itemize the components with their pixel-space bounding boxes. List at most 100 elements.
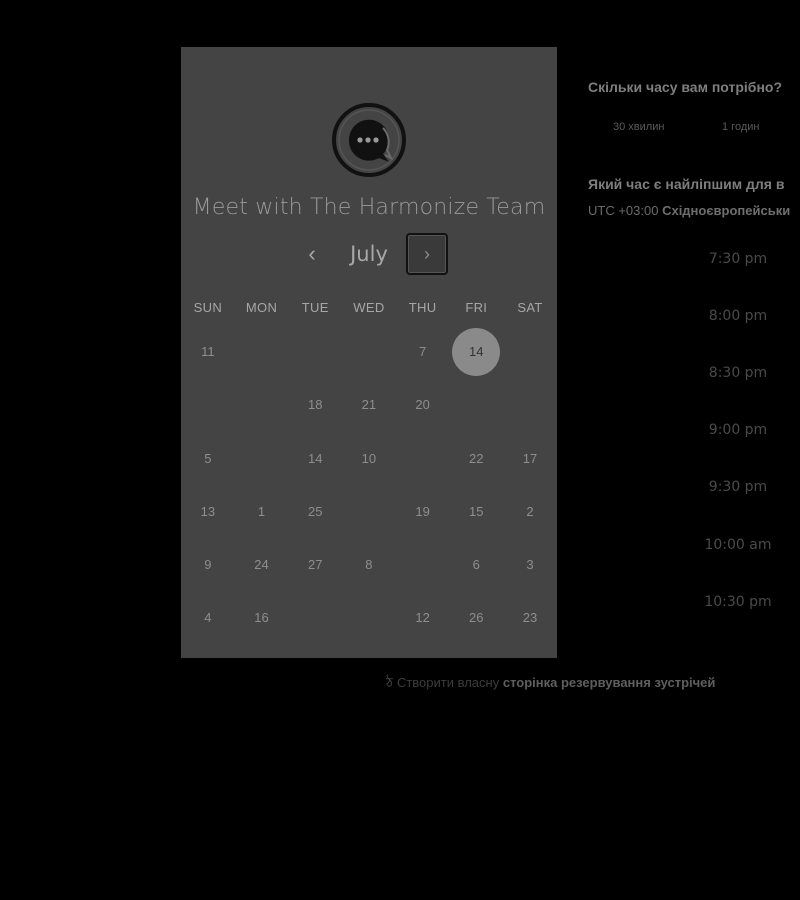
day-number: 2 bbox=[526, 503, 534, 519]
sparkle-icon: ঠ bbox=[386, 675, 393, 690]
day-number: 18 bbox=[307, 397, 323, 413]
chevron-right-icon: › bbox=[424, 244, 430, 264]
weekday-label: MON bbox=[245, 300, 278, 315]
time-slot[interactable]: 10:30 pm bbox=[688, 594, 788, 610]
calendar-day[interactable]: 17 bbox=[503, 432, 557, 485]
calendar-day[interactable]: 7 bbox=[396, 325, 450, 378]
chevron-left-icon: ‹ bbox=[308, 241, 316, 266]
calendar-weeks: 11 7 14 18 21 20 5 14 10 22 17 13 1 25 19 15 2 9 24 27 8 6 3 4 1… bbox=[181, 325, 557, 645]
duration-question: Скільки часу вам потрібно? bbox=[588, 79, 783, 95]
booking-page: Meet with The Harmonize Team ‹ July › SU… bbox=[0, 0, 800, 900]
calendar-day[interactable]: 20 bbox=[396, 378, 450, 431]
day-number: 12 bbox=[415, 610, 430, 626]
day-number: 27 bbox=[307, 557, 323, 573]
calendar-day bbox=[503, 378, 557, 431]
calendar-day[interactable]: 27 bbox=[288, 538, 342, 591]
time-selection-panel: Скільки часу вам потрібно? 30 хвилин 1 г… bbox=[588, 0, 800, 900]
prev-month-button[interactable]: ‹ bbox=[300, 239, 324, 269]
day-number: 23 bbox=[522, 610, 538, 626]
chat-bubble-logo-icon bbox=[332, 103, 406, 177]
calendar-day[interactable]: 5 bbox=[181, 432, 235, 485]
calendar-day[interactable]: 18 bbox=[288, 378, 342, 431]
calendar-day[interactable]: 25 bbox=[288, 485, 342, 538]
month-label: July bbox=[350, 242, 388, 266]
calendar-day bbox=[396, 432, 450, 485]
time-slot[interactable]: 7:30 pm bbox=[688, 251, 788, 267]
calendar-day bbox=[396, 538, 450, 591]
day-number: 14 bbox=[469, 344, 484, 359]
day-number: 16 bbox=[254, 610, 269, 626]
calendar-day[interactable]: 3 bbox=[503, 538, 557, 591]
day-number: 7 bbox=[418, 344, 427, 359]
calendar-week-row: 4 16 12 26 23 bbox=[181, 591, 557, 644]
weekday-label: WED bbox=[353, 300, 385, 315]
calendar-day bbox=[235, 378, 289, 431]
day-number: 25 bbox=[307, 503, 323, 519]
day-number: 13 bbox=[200, 503, 216, 519]
calendar-week-row: 5 14 10 22 17 bbox=[181, 432, 557, 485]
time-question: Який час є найліпшим для в bbox=[588, 176, 785, 192]
duration-option-30min[interactable]: 30 хвилин bbox=[613, 121, 664, 133]
calendar-day[interactable]: 16 bbox=[235, 591, 289, 644]
calendar-week-row: 18 21 20 bbox=[181, 378, 557, 431]
calendar-day[interactable]: 10 bbox=[342, 432, 396, 485]
calendar-day[interactable]: 24 bbox=[235, 538, 289, 591]
calendar-day bbox=[342, 485, 396, 538]
calendar-day[interactable]: 1 bbox=[235, 485, 289, 538]
calendar-day bbox=[235, 432, 289, 485]
calendar-day[interactable]: 21 bbox=[342, 378, 396, 431]
calendar-day[interactable]: 13 bbox=[181, 485, 235, 538]
day-number: 3 bbox=[526, 557, 534, 573]
calendar-day[interactable]: 23 bbox=[503, 591, 557, 644]
calendar-day[interactable]: 2 bbox=[503, 485, 557, 538]
calendar-day[interactable]: 12 bbox=[396, 591, 450, 644]
duration-option-1hour[interactable]: 1 годин bbox=[722, 121, 759, 133]
timezone-label[interactable]: UTC +03:00 Східноєвропейськи bbox=[588, 203, 790, 218]
day-number: 5 bbox=[204, 450, 212, 466]
time-slot[interactable]: 10:00 am bbox=[688, 537, 788, 553]
time-slot[interactable]: 9:00 pm bbox=[688, 422, 788, 438]
weekday-label: TUE bbox=[301, 300, 329, 315]
day-number: 11 bbox=[201, 344, 215, 359]
day-number: 9 bbox=[204, 557, 212, 573]
timezone-name: Східноєвропейськи bbox=[662, 203, 791, 218]
calendar-day bbox=[342, 591, 396, 644]
time-slot[interactable]: 8:30 pm bbox=[688, 365, 788, 381]
day-number: 26 bbox=[469, 610, 484, 626]
day-number: 8 bbox=[365, 557, 373, 573]
time-slot[interactable]: 8:00 pm bbox=[688, 308, 788, 324]
calendar-day[interactable]: 8 bbox=[342, 538, 396, 591]
next-month-button[interactable]: › bbox=[406, 233, 448, 275]
calendar-day[interactable]: 26 bbox=[449, 591, 503, 644]
time-slot[interactable]: 9:30 pm bbox=[688, 479, 788, 495]
calendar-day[interactable]: 14 bbox=[288, 432, 342, 485]
day-number: 4 bbox=[204, 610, 212, 626]
day-number: 14 bbox=[307, 450, 323, 466]
page-title: Meet with The Harmonize Team bbox=[192, 195, 546, 220]
calendar-day bbox=[288, 325, 342, 378]
calendar-week-row: 9 24 27 8 6 3 bbox=[181, 538, 557, 591]
create-booking-page-link[interactable]: сторінка резервування зустрічей bbox=[503, 675, 716, 690]
calendar-day bbox=[181, 378, 235, 431]
day-number: 17 bbox=[522, 450, 538, 466]
calendar-day bbox=[342, 325, 396, 378]
calendar-day-selected[interactable]: 14 bbox=[449, 325, 503, 378]
calendar-day[interactable]: 11 bbox=[181, 325, 235, 378]
day-number: 1 bbox=[257, 503, 266, 519]
calendar-day[interactable]: 15 bbox=[449, 485, 503, 538]
footer-prefix: Створити власну bbox=[396, 675, 500, 690]
weekday-label: SUN bbox=[193, 300, 223, 315]
day-number: 20 bbox=[415, 397, 430, 413]
calendar-day[interactable]: 22 bbox=[449, 432, 503, 485]
calendar-day bbox=[449, 378, 503, 431]
calendar-card: Meet with The Harmonize Team ‹ July › SU… bbox=[181, 47, 557, 658]
weekday-label: THU bbox=[408, 300, 437, 315]
calendar-day bbox=[235, 325, 289, 378]
calendar-day[interactable]: 9 bbox=[181, 538, 235, 591]
calendar-week-row: 11 7 14 bbox=[181, 325, 557, 378]
footer-promo: ঠ Створити власну сторінка резервування з… bbox=[386, 674, 715, 695]
calendar-day[interactable]: 19 bbox=[396, 485, 450, 538]
calendar-day[interactable]: 4 bbox=[181, 591, 235, 644]
calendar-day[interactable]: 6 bbox=[449, 538, 503, 591]
timezone-offset: UTC +03:00 bbox=[588, 203, 659, 218]
